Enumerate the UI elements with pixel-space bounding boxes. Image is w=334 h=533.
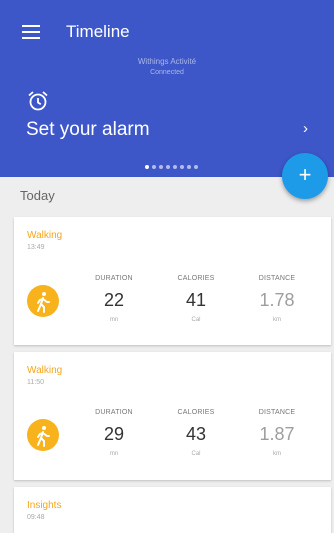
chevron-right-icon[interactable]: › [303,120,308,137]
metric-unit: km [273,317,281,323]
carousel-dot [145,165,149,169]
insights-card[interactable]: Insights 09:48 [14,487,331,533]
carousel-dot [194,165,198,169]
metric-label: CALORIES [177,409,215,416]
page-title: Timeline [66,22,130,41]
metric-value: 1.87 [259,424,295,444]
device-status: Connected [150,69,184,76]
activity-type: Walking [27,230,63,241]
section-title-today: Today [20,188,55,203]
device-name: Withings Activité [137,57,197,66]
duration-metric: DURATION 22 mn [79,275,149,323]
metric-unit: Cal [191,317,201,323]
distance-metric: DISTANCE 1.78 km [242,275,312,323]
carousel-dot [187,165,191,169]
metric-unit: mn [109,451,119,457]
card-time: 09:48 [27,514,45,521]
metric-label: DURATION [95,409,133,416]
carousel-dot [159,165,163,169]
metric-value: 41 [185,290,207,310]
metric-label: DISTANCE [258,409,296,416]
activity-time: 13:49 [27,244,45,251]
activity-type: Walking [27,365,63,376]
carousel-dot [180,165,184,169]
metric-unit: Cal [191,451,201,457]
activity-card[interactable]: Walking 11:50 DURATION 29 mn CALORIES 43… [14,352,331,480]
set-alarm-link[interactable]: Set your alarm [26,119,150,141]
carousel-dot [152,165,156,169]
metric-value: 1.78 [259,290,295,310]
metric-value: 22 [103,290,125,310]
metric-unit: mn [109,317,119,323]
carousel-indicator [145,165,198,169]
duration-metric: DURATION 29 mn [79,409,149,457]
walking-icon [27,419,59,451]
activity-time: 11:50 [27,379,44,386]
metric-value: 43 [185,424,207,444]
card-type: Insights [27,500,62,511]
add-button[interactable]: + [282,153,328,199]
distance-metric: DISTANCE 1.87 km [242,409,312,457]
metric-label: DISTANCE [258,275,296,282]
calories-metric: CALORIES 43 Cal [161,409,231,457]
metric-label: DURATION [95,275,133,282]
hamburger-menu-icon[interactable] [22,25,40,39]
walking-icon [27,285,59,317]
metric-unit: km [273,451,281,457]
calories-metric: CALORIES 41 Cal [161,275,231,323]
carousel-dot [166,165,170,169]
alarm-clock-icon [28,91,48,111]
device-info: Withings Activité Connected [0,57,334,76]
carousel-dot [173,165,177,169]
metric-value: 29 [103,424,125,444]
activity-card[interactable]: Walking 13:49 DURATION 22 mn CALORIES 41… [14,217,331,345]
header-banner: Timeline Withings Activité Connected Set… [0,0,334,177]
metric-label: CALORIES [177,275,215,282]
